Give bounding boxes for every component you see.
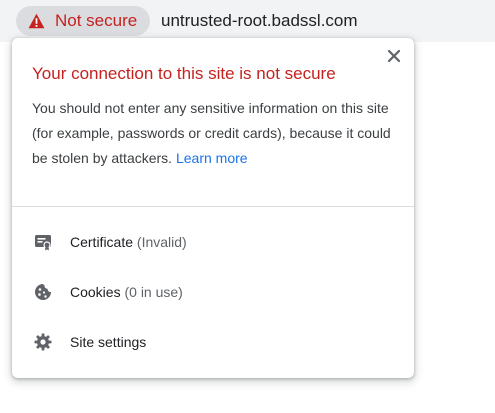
- certificate-label: Certificate: [70, 234, 134, 250]
- site-settings-item[interactable]: Site settings: [12, 320, 414, 364]
- close-icon[interactable]: [386, 48, 402, 64]
- cookie-icon: [35, 284, 51, 300]
- certificate-text: Certificate (Invalid): [70, 232, 187, 252]
- certificate-icon: [35, 235, 51, 251]
- not-secure-label: Not secure: [55, 11, 138, 30]
- warning-triangle-icon: [28, 13, 45, 29]
- popup-description: You should not enter any sensitive infor…: [32, 96, 397, 171]
- page: Not secure untrusted-root.badssl.com You…: [0, 0, 495, 413]
- certificate-status: (Invalid): [136, 234, 187, 250]
- cookies-item[interactable]: Cookies (0 in use): [12, 270, 414, 314]
- popup-title: Your connection to this site is not secu…: [32, 64, 336, 83]
- cookies-label: Cookies: [70, 284, 121, 300]
- divider: [12, 206, 414, 207]
- cookies-text: Cookies (0 in use): [70, 282, 183, 302]
- learn-more-link[interactable]: Learn more: [176, 150, 248, 166]
- gear-icon: [34, 333, 52, 351]
- site-info-popup: Your connection to this site is not secu…: [12, 38, 414, 378]
- url-text[interactable]: untrusted-root.badssl.com: [161, 10, 358, 32]
- certificate-item[interactable]: Certificate (Invalid): [12, 220, 414, 264]
- security-chip[interactable]: Not secure: [16, 6, 150, 36]
- site-settings-label: Site settings: [70, 334, 147, 350]
- cookies-status: (0 in use): [124, 284, 183, 300]
- omnibox[interactable]: Not secure untrusted-root.badssl.com: [0, 0, 495, 42]
